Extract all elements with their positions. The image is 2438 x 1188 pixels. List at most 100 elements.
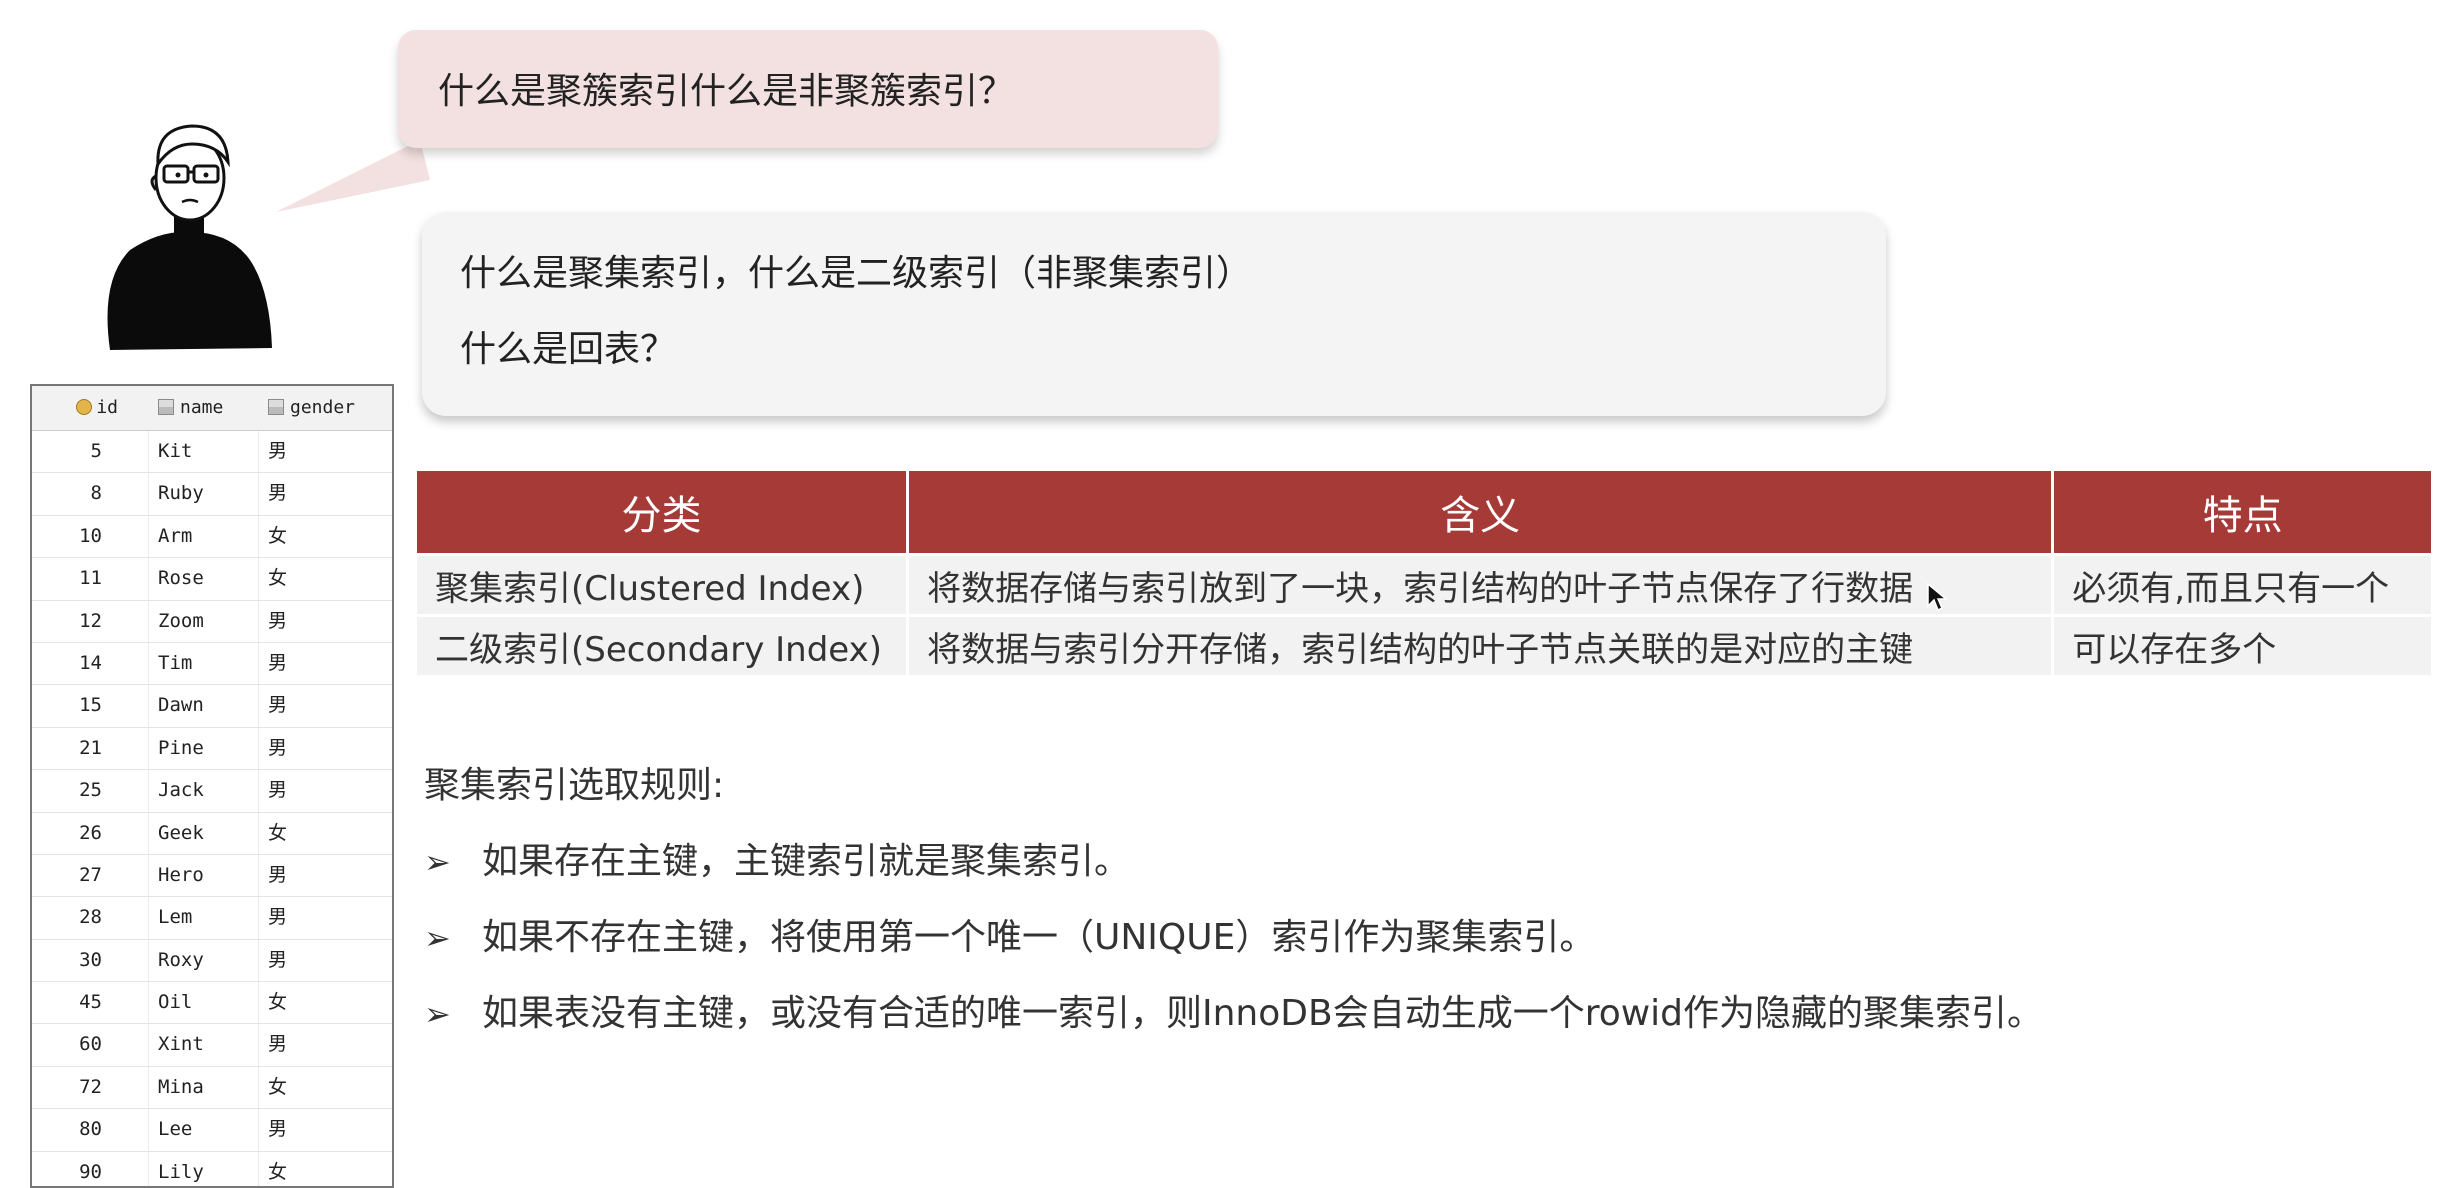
table-row[interactable]: 8 Ruby 男 — [32, 473, 392, 516]
table-row[interactable]: 14 Tim 男 — [32, 643, 392, 686]
cell-id: 80 — [79, 1118, 102, 1141]
cell-id: 14 — [79, 651, 102, 674]
table-row[interactable]: 10 Arm 女 — [32, 516, 392, 559]
cell-id: 90 — [79, 1160, 102, 1183]
column-icon — [268, 399, 284, 415]
mouse-cursor-icon — [1927, 582, 1948, 612]
header-id-label: id — [96, 397, 118, 418]
cell-name: Mina — [158, 1075, 204, 1098]
cell-gender: 男 — [268, 440, 288, 462]
cell-name: Lily — [158, 1160, 204, 1183]
column-icon — [158, 399, 174, 415]
cell-name: Roxy — [158, 948, 204, 971]
arrow-bullet-icon: ➢ — [424, 843, 451, 881]
cell-gender: 男 — [268, 1118, 288, 1141]
header-feature: 特点 — [2054, 471, 2431, 553]
cell-gender: 男 — [268, 948, 288, 971]
header-gender-label: gender — [290, 397, 356, 418]
header-category: 分类 — [417, 471, 907, 553]
comparison-header-row: 分类 含义 特点 — [417, 471, 2431, 553]
cell-gender: 女 — [268, 1160, 288, 1183]
cell-name: Lem — [158, 906, 193, 929]
cell-id: 45 — [79, 991, 102, 1014]
cell-feature: 可以存在多个 — [2054, 617, 2431, 675]
cell-meaning: 将数据与索引分开存储，索引结构的叶子节点关联的是对应的主键 — [909, 617, 2052, 675]
cell-name: Zoom — [158, 609, 204, 632]
cell-category: 二级索引(Secondary Index) — [417, 617, 907, 675]
cell-name: Xint — [158, 1033, 204, 1056]
table-row[interactable]: 28 Lem 男 — [32, 897, 392, 940]
table-row[interactable]: 60 Xint 男 — [32, 1024, 392, 1067]
cell-gender: 男 — [268, 906, 288, 929]
cell-id: 5 — [90, 440, 102, 462]
rule-text: 如果表没有主键，或没有合适的唯一索引，则InnoDB会自动生成一个rowid作为… — [482, 993, 2044, 1034]
header-id[interactable]: id — [32, 386, 118, 430]
cell-name: Jack — [158, 779, 204, 802]
cell-name: Oil — [158, 991, 193, 1014]
topic-line-2: 什么是回表？ — [460, 329, 677, 370]
table-row[interactable]: 12 Zoom 男 — [32, 601, 392, 643]
rule-item: ➢ 如果不存在主键，将使用第一个唯一（UNIQUE）索引作为聚集索引。 — [424, 908, 1595, 960]
cell-gender: 男 — [268, 1033, 288, 1056]
cell-gender: 男 — [268, 863, 288, 886]
primary-key-icon — [76, 399, 93, 415]
cell-id: 60 — [79, 1033, 102, 1056]
cell-gender: 男 — [268, 779, 288, 802]
cell-id: 10 — [79, 524, 102, 547]
table-row[interactable]: 26 Geek 女 — [32, 813, 392, 855]
table-row[interactable]: 30 Roxy 男 — [32, 940, 392, 983]
comparison-row-secondary: 二级索引(Secondary Index) 将数据与索引分开存储，索引结构的叶子… — [417, 617, 2431, 675]
cell-name: Kit — [158, 440, 193, 462]
cell-id: 26 — [79, 821, 102, 844]
header-gender[interactable]: gender — [268, 386, 355, 430]
table-row[interactable]: 80 Lee 男 — [32, 1109, 392, 1152]
table-row[interactable]: 45 Oil 女 — [32, 982, 392, 1025]
cell-gender: 男 — [268, 694, 288, 717]
cell-id: 27 — [79, 863, 102, 886]
cell-id: 25 — [79, 779, 102, 802]
rule-item: ➢ 如果表没有主键，或没有合适的唯一索引，则InnoDB会自动生成一个rowid作… — [424, 984, 2043, 1036]
question-text: 什么是聚簇索引什么是非聚簇索引？ — [438, 71, 1015, 112]
rule-item: ➢ 如果存在主键，主键索引就是聚集索引。 — [424, 832, 1130, 884]
cell-feature: 必须有,而且只有一个 — [2054, 556, 2431, 614]
comparison-row-clustered: 聚集索引(Clustered Index) 将数据存储与索引放到了一块，索引结构… — [417, 556, 2431, 614]
table-row[interactable]: 25 Jack 男 — [32, 770, 392, 813]
rule-text: 如果存在主键，主键索引就是聚集索引。 — [482, 841, 1131, 882]
cell-id: 21 — [79, 736, 102, 759]
header-name[interactable]: name — [158, 386, 223, 430]
cell-category: 聚集索引(Clustered Index) — [417, 556, 907, 614]
cell-id: 12 — [79, 609, 102, 632]
cell-id: 8 — [90, 482, 102, 505]
table-row[interactable]: 15 Dawn 男 — [32, 685, 392, 728]
table-row[interactable]: 27 Hero 男 — [32, 855, 392, 898]
table-body: 5 Kit 男 8 Ruby 男 10 Arm 女 11 Rose 女 12 Zoom 男 14 Tim 男 15 D… — [32, 431, 392, 1186]
cell-name: Ruby — [158, 482, 204, 505]
topic-bubble — [422, 212, 1886, 416]
cell-id: 30 — [79, 948, 102, 971]
arrow-bullet-icon: ➢ — [424, 919, 451, 957]
cell-id: 11 — [79, 567, 102, 590]
cell-gender: 女 — [268, 1075, 288, 1098]
cell-name: Hero — [158, 863, 204, 886]
table-row[interactable]: 11 Rose 女 — [32, 558, 392, 601]
rule-text: 如果不存在主键，将使用第一个唯一（UNIQUE）索引作为聚集索引。 — [482, 917, 1596, 958]
cell-id: 15 — [79, 694, 102, 717]
cell-name: Arm — [158, 524, 193, 547]
arrow-bullet-icon: ➢ — [424, 995, 451, 1033]
table-row[interactable]: 5 Kit 男 — [32, 431, 392, 474]
table-header-row: id name gender — [32, 386, 392, 431]
cell-gender: 女 — [268, 821, 288, 844]
avatar-illustration — [107, 124, 272, 350]
cell-name: Rose — [158, 567, 204, 590]
cell-name: Dawn — [158, 694, 204, 717]
cell-gender: 男 — [268, 482, 288, 505]
cell-name: Geek — [158, 821, 204, 844]
table-row[interactable]: 90 Lily 女 — [32, 1152, 392, 1186]
cell-id: 72 — [79, 1075, 102, 1098]
index-comparison-table: 分类 含义 特点 聚集索引(Clustered Index) 将数据存储与索引放… — [414, 468, 2434, 678]
table-row[interactable]: 72 Mina 女 — [32, 1067, 392, 1110]
header-meaning: 含义 — [909, 471, 2052, 553]
table-row[interactable]: 21 Pine 男 — [32, 728, 392, 771]
cell-meaning: 将数据存储与索引放到了一块，索引结构的叶子节点保存了行数据 — [909, 556, 2052, 614]
cell-gender: 男 — [268, 736, 288, 759]
